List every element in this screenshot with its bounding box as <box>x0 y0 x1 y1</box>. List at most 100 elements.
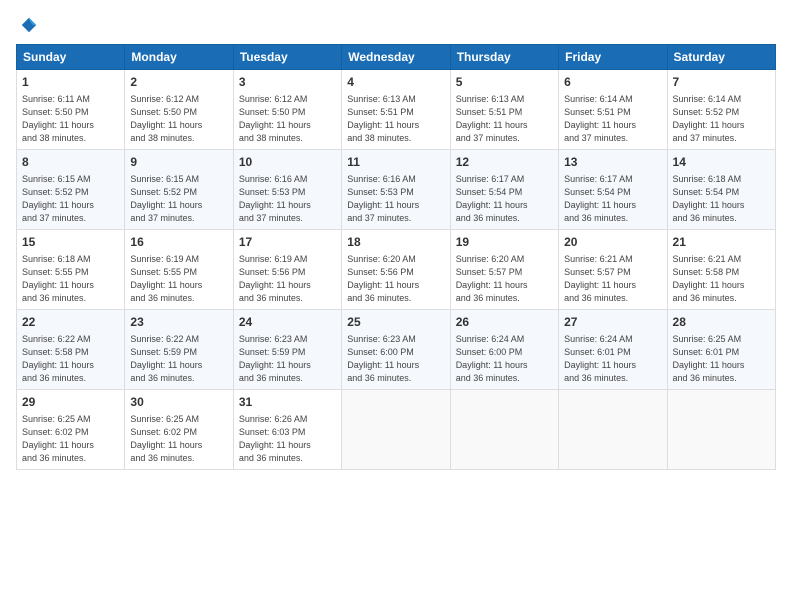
day-info: Sunrise: 6:16 AM Sunset: 5:53 PM Dayligh… <box>347 173 444 225</box>
calendar-cell: 29 Sunrise: 6:25 AM Sunset: 6:02 PM Dayli… <box>17 389 125 469</box>
day-info: Sunrise: 6:23 AM Sunset: 6:00 PM Dayligh… <box>347 333 444 385</box>
calendar-cell: 19 Sunrise: 6:20 AM Sunset: 5:57 PM Dayli… <box>450 229 558 309</box>
day-number: 27 <box>564 314 661 331</box>
calendar-table: SundayMondayTuesdayWednesdayThursdayFrid… <box>16 44 776 470</box>
calendar-cell: 27 Sunrise: 6:24 AM Sunset: 6:01 PM Dayli… <box>559 309 667 389</box>
calendar-cell: 30 Sunrise: 6:25 AM Sunset: 6:02 PM Dayli… <box>125 389 233 469</box>
day-number: 21 <box>673 234 770 251</box>
day-number: 25 <box>347 314 444 331</box>
calendar-cell: 4 Sunrise: 6:13 AM Sunset: 5:51 PM Daylig… <box>342 70 450 150</box>
day-info: Sunrise: 6:26 AM Sunset: 6:03 PM Dayligh… <box>239 413 336 465</box>
day-info: Sunrise: 6:23 AM Sunset: 5:59 PM Dayligh… <box>239 333 336 385</box>
day-number: 31 <box>239 394 336 411</box>
day-number: 8 <box>22 154 119 171</box>
calendar-header-row: SundayMondayTuesdayWednesdayThursdayFrid… <box>17 45 776 70</box>
day-info: Sunrise: 6:24 AM Sunset: 6:00 PM Dayligh… <box>456 333 553 385</box>
day-number: 14 <box>673 154 770 171</box>
calendar-cell: 13 Sunrise: 6:17 AM Sunset: 5:54 PM Dayli… <box>559 149 667 229</box>
day-number: 13 <box>564 154 661 171</box>
day-info: Sunrise: 6:12 AM Sunset: 5:50 PM Dayligh… <box>130 93 227 145</box>
calendar-week-1: 1 Sunrise: 6:11 AM Sunset: 5:50 PM Daylig… <box>17 70 776 150</box>
calendar-week-2: 8 Sunrise: 6:15 AM Sunset: 5:52 PM Daylig… <box>17 149 776 229</box>
day-info: Sunrise: 6:15 AM Sunset: 5:52 PM Dayligh… <box>130 173 227 225</box>
calendar-cell: 18 Sunrise: 6:20 AM Sunset: 5:56 PM Dayli… <box>342 229 450 309</box>
calendar-cell <box>450 389 558 469</box>
day-info: Sunrise: 6:24 AM Sunset: 6:01 PM Dayligh… <box>564 333 661 385</box>
day-info: Sunrise: 6:18 AM Sunset: 5:54 PM Dayligh… <box>673 173 770 225</box>
day-number: 15 <box>22 234 119 251</box>
day-number: 30 <box>130 394 227 411</box>
day-info: Sunrise: 6:15 AM Sunset: 5:52 PM Dayligh… <box>22 173 119 225</box>
day-number: 16 <box>130 234 227 251</box>
calendar-cell: 20Sunrise: 6:21 AM Sunset: 5:57 PM Dayli… <box>559 229 667 309</box>
logo <box>16 16 38 34</box>
day-number: 3 <box>239 74 336 91</box>
calendar-cell: 26 Sunrise: 6:24 AM Sunset: 6:00 PM Dayli… <box>450 309 558 389</box>
day-number: 20 <box>564 234 661 251</box>
day-number: 29 <box>22 394 119 411</box>
calendar-week-5: 29 Sunrise: 6:25 AM Sunset: 6:02 PM Dayli… <box>17 389 776 469</box>
calendar-cell: 9 Sunrise: 6:15 AM Sunset: 5:52 PM Daylig… <box>125 149 233 229</box>
day-number: 11 <box>347 154 444 171</box>
page: SundayMondayTuesdayWednesdayThursdayFrid… <box>0 0 792 612</box>
day-info: Sunrise: 6:25 AM Sunset: 6:02 PM Dayligh… <box>22 413 119 465</box>
calendar-cell: 17 Sunrise: 6:19 AM Sunset: 5:56 PM Dayli… <box>233 229 341 309</box>
day-info: Sunrise: 6:12 AM Sunset: 5:50 PM Dayligh… <box>239 93 336 145</box>
day-info: Sunrise: 6:18 AM Sunset: 5:55 PM Dayligh… <box>22 253 119 305</box>
day-info: Sunrise: 6:11 AM Sunset: 5:50 PM Dayligh… <box>22 93 119 145</box>
calendar-cell: 7 Sunrise: 6:14 AM Sunset: 5:52 PM Daylig… <box>667 70 775 150</box>
day-number: 1 <box>22 74 119 91</box>
calendar-week-3: 15 Sunrise: 6:18 AM Sunset: 5:55 PM Dayli… <box>17 229 776 309</box>
logo-icon <box>20 16 38 34</box>
day-number: 18 <box>347 234 444 251</box>
day-number: 6 <box>564 74 661 91</box>
day-info: Sunrise: 6:20 AM Sunset: 5:56 PM Dayligh… <box>347 253 444 305</box>
day-number: 17 <box>239 234 336 251</box>
day-info: Sunrise: 6:17 AM Sunset: 5:54 PM Dayligh… <box>564 173 661 225</box>
day-info: Sunrise: 6:14 AM Sunset: 5:52 PM Dayligh… <box>673 93 770 145</box>
calendar-cell: 10Sunrise: 6:16 AM Sunset: 5:53 PM Dayli… <box>233 149 341 229</box>
day-info: Sunrise: 6:19 AM Sunset: 5:56 PM Dayligh… <box>239 253 336 305</box>
calendar-cell: 21Sunrise: 6:21 AM Sunset: 5:58 PM Dayli… <box>667 229 775 309</box>
calendar-cell <box>342 389 450 469</box>
calendar-body: 1 Sunrise: 6:11 AM Sunset: 5:50 PM Daylig… <box>17 70 776 470</box>
day-number: 7 <box>673 74 770 91</box>
calendar-cell <box>559 389 667 469</box>
calendar-cell: 16 Sunrise: 6:19 AM Sunset: 5:55 PM Dayli… <box>125 229 233 309</box>
day-info: Sunrise: 6:25 AM Sunset: 6:01 PM Dayligh… <box>673 333 770 385</box>
day-number: 24 <box>239 314 336 331</box>
calendar-header-sunday: Sunday <box>17 45 125 70</box>
day-number: 19 <box>456 234 553 251</box>
calendar-cell: 15 Sunrise: 6:18 AM Sunset: 5:55 PM Dayli… <box>17 229 125 309</box>
day-number: 26 <box>456 314 553 331</box>
day-number: 2 <box>130 74 227 91</box>
day-info: Sunrise: 6:13 AM Sunset: 5:51 PM Dayligh… <box>347 93 444 145</box>
day-info: Sunrise: 6:22 AM Sunset: 5:58 PM Dayligh… <box>22 333 119 385</box>
day-info: Sunrise: 6:20 AM Sunset: 5:57 PM Dayligh… <box>456 253 553 305</box>
calendar-cell: 11 Sunrise: 6:16 AM Sunset: 5:53 PM Dayli… <box>342 149 450 229</box>
calendar-header-tuesday: Tuesday <box>233 45 341 70</box>
day-number: 22 <box>22 314 119 331</box>
day-number: 28 <box>673 314 770 331</box>
calendar-cell: 3 Sunrise: 6:12 AM Sunset: 5:50 PM Daylig… <box>233 70 341 150</box>
calendar-cell: 31 Sunrise: 6:26 AM Sunset: 6:03 PM Dayli… <box>233 389 341 469</box>
day-info: Sunrise: 6:25 AM Sunset: 6:02 PM Dayligh… <box>130 413 227 465</box>
day-info: Sunrise: 6:19 AM Sunset: 5:55 PM Dayligh… <box>130 253 227 305</box>
calendar-week-4: 22 Sunrise: 6:22 AM Sunset: 5:58 PM Dayli… <box>17 309 776 389</box>
calendar-cell: 6Sunrise: 6:14 AM Sunset: 5:51 PM Daylig… <box>559 70 667 150</box>
day-number: 5 <box>456 74 553 91</box>
day-number: 9 <box>130 154 227 171</box>
calendar-cell: 24 Sunrise: 6:23 AM Sunset: 5:59 PM Dayli… <box>233 309 341 389</box>
day-number: 10 <box>239 154 336 171</box>
calendar-cell: 2 Sunrise: 6:12 AM Sunset: 5:50 PM Daylig… <box>125 70 233 150</box>
calendar-cell: 25 Sunrise: 6:23 AM Sunset: 6:00 PM Dayli… <box>342 309 450 389</box>
day-number: 23 <box>130 314 227 331</box>
calendar-header-thursday: Thursday <box>450 45 558 70</box>
calendar-cell: 23Sunrise: 6:22 AM Sunset: 5:59 PM Dayli… <box>125 309 233 389</box>
calendar-cell: 5Sunrise: 6:13 AM Sunset: 5:51 PM Daylig… <box>450 70 558 150</box>
day-info: Sunrise: 6:17 AM Sunset: 5:54 PM Dayligh… <box>456 173 553 225</box>
calendar-header-wednesday: Wednesday <box>342 45 450 70</box>
day-number: 4 <box>347 74 444 91</box>
calendar-cell: 8 Sunrise: 6:15 AM Sunset: 5:52 PM Daylig… <box>17 149 125 229</box>
calendar-header-friday: Friday <box>559 45 667 70</box>
